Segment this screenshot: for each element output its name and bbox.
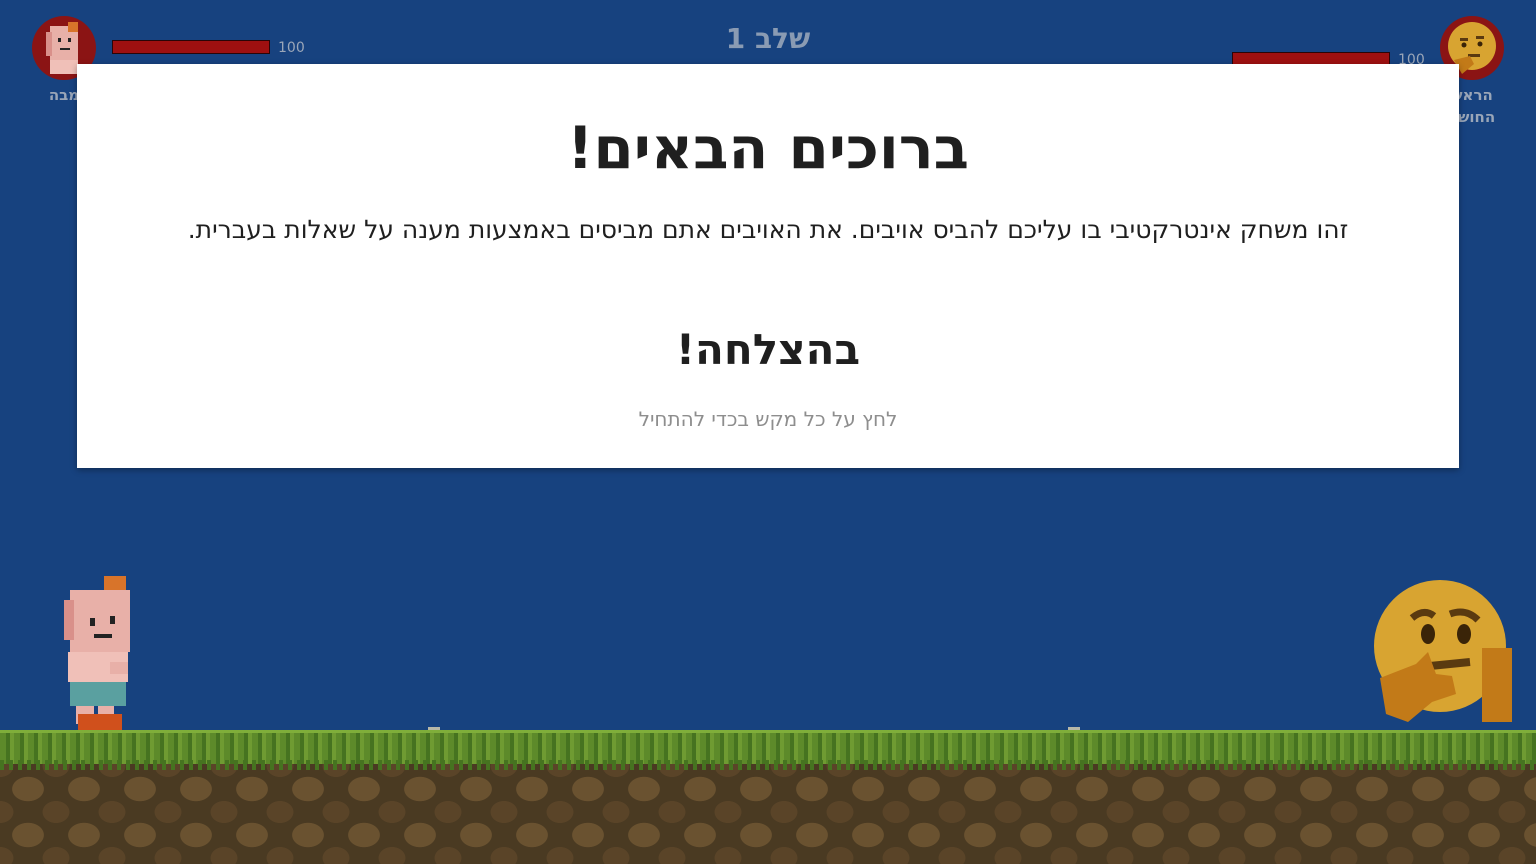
player-hp-fill xyxy=(113,41,269,53)
pixel-girl-sprite-icon xyxy=(64,576,130,730)
modal-body: זהו משחק אינטרקטיבי בו עליכם להביס אויבי… xyxy=(187,215,1349,244)
modal-hint: לחץ על כל מקש בכדי להתחיל xyxy=(638,407,898,431)
ground-grass xyxy=(0,730,1536,764)
thinking-face-sprite-icon xyxy=(1374,580,1512,722)
modal-title: ברוכים הבאים! xyxy=(566,114,970,182)
level-label: שלב 1 xyxy=(725,22,811,55)
ground-marker-left xyxy=(428,727,440,730)
player-hp-value: 100 xyxy=(278,40,305,56)
player-sprite xyxy=(60,576,132,732)
player-hp-bar xyxy=(112,40,270,54)
enemy-sprite xyxy=(1372,578,1516,728)
modal-subtitle: בהצלחה! xyxy=(675,325,861,374)
grass-fringe xyxy=(0,760,1536,770)
ground-marker-right xyxy=(1068,727,1080,730)
welcome-modal[interactable]: ברוכים הבאים! זהו משחק אינטרקטיבי בו עלי… xyxy=(77,64,1459,468)
